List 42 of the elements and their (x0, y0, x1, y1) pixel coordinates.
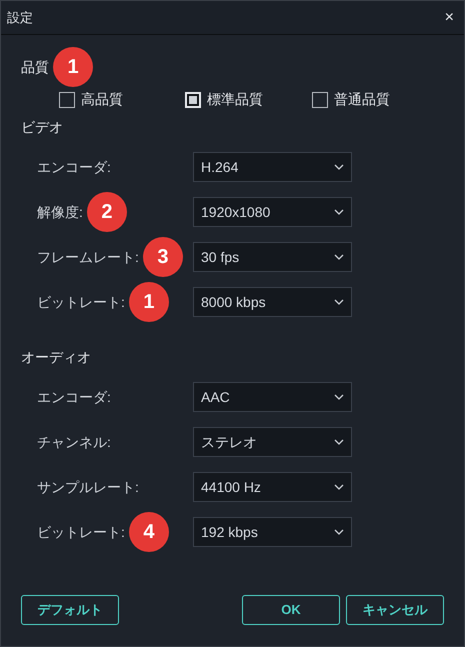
number-badge: 2 (86, 192, 127, 232)
chevron-down-icon (334, 439, 344, 445)
field-label: ビットレート: (37, 522, 125, 542)
chevron-down-icon (334, 394, 344, 400)
number-badge: 1 (128, 282, 169, 322)
number-badge: 3 (142, 237, 183, 277)
dropdown[interactable]: ステレオ (193, 427, 352, 457)
cancel-button[interactable]: キャンセル (346, 595, 444, 625)
field-label: フレームレート: (37, 248, 139, 266)
chevron-down-icon (334, 164, 344, 170)
section-title: 品質 (21, 58, 49, 76)
field-label: エンコーダ: (37, 158, 111, 176)
number-badge: 1 (53, 47, 93, 87)
dropdown[interactable]: 44100 Hz (193, 472, 352, 502)
chevron-down-icon (334, 529, 344, 535)
dropdown[interactable]: 8000 kbps (193, 287, 352, 317)
chevron-down-icon (334, 209, 344, 215)
field-label: ビットレート: (37, 292, 125, 312)
number-badge: 4 (128, 512, 169, 552)
chevron-down-icon (334, 299, 344, 305)
quality-option[interactable]: 標準品質 (185, 89, 312, 110)
quality-option[interactable]: 普通品質 (312, 89, 432, 110)
checkbox[interactable] (59, 92, 75, 108)
field-label: チャンネル: (37, 432, 111, 452)
dropdown[interactable]: 192 kbps (193, 517, 352, 547)
chevron-down-icon (334, 254, 344, 260)
field-label: サンプルレート: (37, 478, 139, 496)
dropdown[interactable]: 1920x1080 (193, 197, 352, 227)
close-button[interactable]: × (444, 6, 454, 30)
dropdown[interactable]: 30 fps (193, 242, 352, 272)
quality-option[interactable]: 高品質 (59, 89, 185, 110)
section-title: オーディオ (21, 348, 92, 367)
field-label: 解像度: (37, 202, 83, 222)
default-button[interactable]: デフォルト (21, 595, 119, 625)
chevron-down-icon (334, 484, 344, 490)
dropdown[interactable]: AAC (193, 382, 352, 412)
dropdown[interactable]: H.264 (193, 152, 352, 182)
window-title: 設定 (7, 8, 33, 27)
ok-button[interactable]: OK (242, 595, 340, 625)
field-label: エンコーダ: (37, 388, 111, 406)
section-title: ビデオ (21, 118, 64, 137)
checkbox[interactable] (312, 92, 328, 108)
